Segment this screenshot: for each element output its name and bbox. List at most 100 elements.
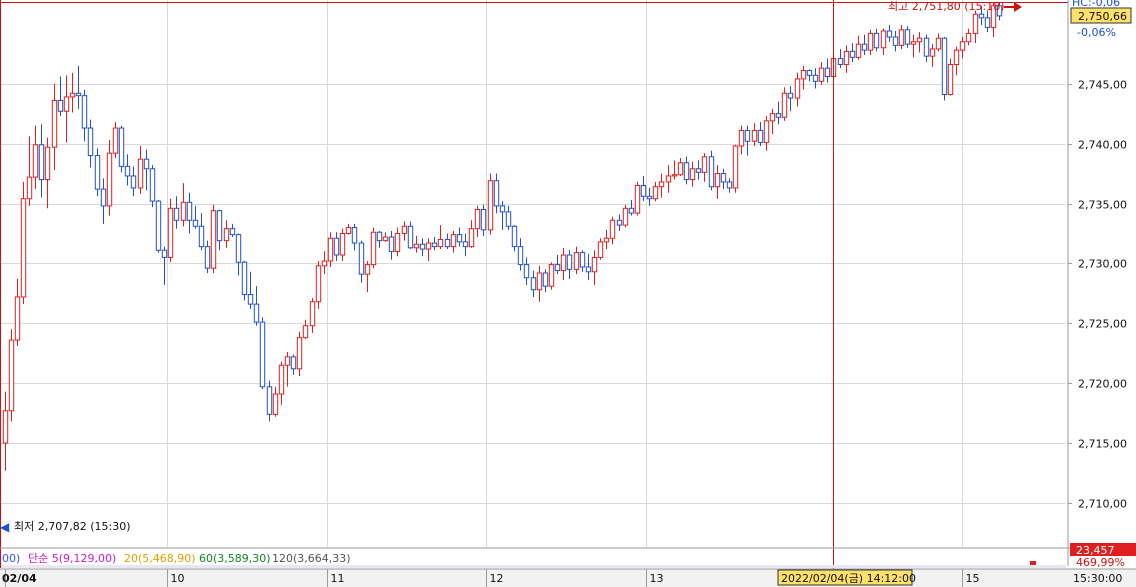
- volume-strip: [2, 565, 1066, 568]
- last-price-label: 2,750,66: [1078, 10, 1127, 23]
- candle-body: [708, 156, 715, 188]
- low-marker-label: 최저 2,707,82 (15:30): [14, 520, 131, 533]
- candle-body: [566, 254, 573, 270]
- candle-body: [32, 144, 39, 178]
- candle-body: [769, 113, 776, 122]
- x-tick-label: 10: [171, 572, 185, 585]
- candle-body: [965, 32, 972, 43]
- candle-body: [327, 237, 334, 262]
- candle-body: [8, 339, 15, 412]
- candle-body: [573, 252, 580, 270]
- candle-body: [321, 260, 328, 267]
- candle-body: [290, 356, 297, 370]
- candle-body: [272, 393, 279, 415]
- candle-body: [75, 92, 82, 97]
- candle-body: [904, 29, 911, 45]
- candle-body: [382, 236, 389, 242]
- candle-body: [419, 243, 426, 250]
- candle-body: [726, 181, 733, 189]
- candle-body: [57, 99, 64, 112]
- candle-body: [978, 13, 985, 19]
- candle-body: [388, 236, 395, 252]
- candle-body: [695, 168, 702, 173]
- candle-body: [302, 325, 309, 339]
- y-tick-label: 2,745,00: [1078, 79, 1127, 92]
- ma-legend-2: 20(5,468,90): [124, 552, 196, 565]
- candle-body: [886, 30, 893, 38]
- candle-body: [437, 238, 444, 248]
- candle-body: [81, 95, 88, 129]
- candle-body: [44, 146, 51, 181]
- candle-body: [585, 266, 592, 273]
- candle-body: [210, 210, 217, 269]
- candle-body: [530, 277, 537, 291]
- candle-body: [873, 32, 880, 49]
- candle-body: [959, 41, 966, 51]
- candle-body: [738, 129, 745, 147]
- y-tick-label: 2,725,00: [1078, 318, 1127, 331]
- candle-body: [824, 67, 831, 78]
- candle-body: [38, 144, 45, 181]
- x-tick-label: 02/04: [2, 572, 37, 585]
- candle-body: [192, 219, 199, 227]
- candlestick-chart[interactable]: 2,710,00 2,715,00 2,720,00 2,725,00 2,730,00…: [0, 0, 1136, 587]
- candle-body: [468, 228, 475, 248]
- candle-body: [505, 211, 512, 227]
- ma-legend-0: 00): [2, 552, 20, 565]
- candle-body: [223, 228, 230, 242]
- candle-body: [763, 120, 770, 143]
- candle-body: [781, 92, 788, 118]
- candle-body: [462, 241, 469, 248]
- candle-body: [14, 296, 21, 341]
- candle-body: [511, 225, 518, 248]
- candle-body: [646, 195, 653, 200]
- candle-body: [106, 152, 113, 207]
- candle-body: [370, 231, 377, 266]
- x-tick-label: 15: [966, 572, 980, 585]
- candle-body: [309, 301, 316, 327]
- candle-body: [867, 32, 874, 51]
- candle-body: [683, 162, 690, 181]
- ma-legend-1: 단순 5(9,129,00): [28, 552, 116, 565]
- candle-body: [640, 185, 647, 197]
- candle-body: [972, 13, 979, 34]
- candle-body: [560, 254, 567, 272]
- candle-body: [984, 17, 991, 28]
- x-tick-label: 13: [650, 572, 664, 585]
- candle-body: [916, 37, 923, 43]
- candle-body: [880, 30, 887, 49]
- candle-body: [63, 96, 70, 112]
- candle-body: [229, 228, 236, 236]
- candle-body: [843, 50, 850, 66]
- candle-body: [149, 168, 156, 202]
- candle-body: [130, 175, 137, 189]
- candle-body: [69, 92, 76, 98]
- candle-body: [732, 145, 739, 189]
- candle-body: [665, 175, 672, 183]
- candle-body: [628, 207, 635, 214]
- candle-body: [161, 249, 168, 258]
- candle-body: [609, 219, 616, 239]
- candle-body: [266, 386, 273, 415]
- high-marker-label: 최고 2,751,80 (15:18): [888, 0, 1005, 13]
- plot-background: [0, 0, 1136, 587]
- candle-body: [26, 176, 33, 200]
- candle-body: [284, 356, 291, 366]
- candle-body: [837, 58, 844, 66]
- candle-body: [720, 173, 727, 183]
- candle-body: [216, 210, 223, 242]
- candle-body: [278, 364, 285, 395]
- candle-body: [235, 234, 242, 263]
- y-tick-label: 2,715,00: [1078, 438, 1127, 451]
- candle-body: [247, 294, 254, 305]
- candle-body: [259, 321, 266, 388]
- candle-body: [124, 165, 131, 177]
- y-tick-label: 2,710,00: [1078, 498, 1127, 511]
- candle-body: [364, 264, 371, 275]
- candle-body: [849, 50, 856, 58]
- candle-body: [112, 127, 119, 154]
- candle-body: [444, 238, 451, 248]
- candle-body: [407, 225, 414, 249]
- candle-body: [480, 208, 487, 231]
- candle-body: [542, 272, 549, 287]
